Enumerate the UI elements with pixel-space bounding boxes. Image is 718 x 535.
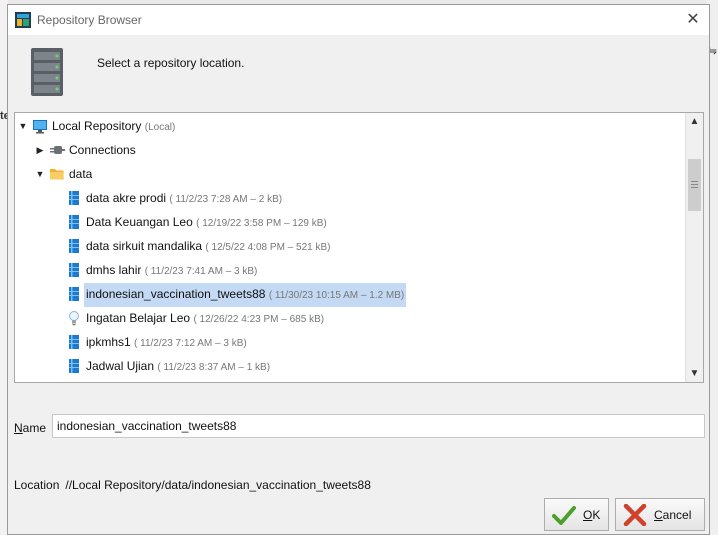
item-name: dmhs lahir	[86, 263, 142, 277]
item-name: Jadwal Ujian	[86, 359, 155, 373]
tree-item[interactable]: Ingatan Belajar Leo ( 12/26/22 4:23 PM –…	[15, 307, 675, 329]
expanded-arrow-icon[interactable]: ▼	[18, 115, 28, 137]
data-table-icon	[69, 263, 79, 277]
scrollbar-thumb[interactable]	[688, 159, 701, 211]
cancel-x-icon	[623, 504, 647, 526]
item-meta: ( 11/2/23 7:41 AM – 3 kB)	[144, 266, 258, 277]
data-table-icon	[69, 191, 79, 205]
folder-open-icon	[50, 169, 64, 180]
checkmark-icon	[552, 506, 576, 525]
ok-label: OK	[583, 508, 601, 522]
tree-node-local-repository[interactable]: ▼ Local Repository (Local)	[15, 115, 675, 137]
server-icon	[31, 48, 63, 96]
tree-node-data-folder[interactable]: ▼ data	[15, 163, 675, 185]
header-prompt: Select a repository location.	[97, 56, 245, 70]
item-meta: ( 12/19/22 3:58 PM – 129 kB)	[196, 218, 327, 229]
location-label: Location	[14, 478, 60, 492]
tree-item[interactable]: ipkmhs1 ( 11/2/23 7:12 AM – 3 kB)	[15, 331, 675, 353]
tree-node-meta: (Local)	[144, 122, 176, 133]
item-meta: ( 11/2/23 7:12 AM – 3 kB)	[134, 338, 247, 349]
tree-node-label: Local Repository	[52, 119, 142, 133]
expanded-arrow-icon[interactable]: ▼	[35, 163, 45, 185]
tree-item[interactable]: Data Keuangan Leo ( 12/19/22 3:58 PM – 1…	[15, 211, 675, 233]
tree-item[interactable]: data akre prodi ( 11/2/23 7:28 AM – 2 kB…	[15, 187, 675, 209]
data-table-icon	[66, 382, 82, 383]
item-name: Data Keuangan Leo	[86, 215, 193, 229]
tree-item[interactable]: data sirkuit mandalika ( 12/5/22 4:08 PM…	[15, 235, 675, 257]
tree-item[interactable]: Jadwal Ujian ( 11/2/23 8:37 AM – 1 kB)	[15, 355, 675, 377]
item-name: Ingatan Belajar Leo	[86, 311, 191, 325]
tree-item-partial[interactable]	[15, 379, 675, 383]
item-meta: ( 11/30/23 10:15 AM – 1.2 MB)	[268, 290, 405, 301]
item-name: ipkmhs1	[86, 335, 131, 349]
location-row: Location //Local Repository/data/indonesi…	[14, 478, 371, 492]
item-name: data sirkuit mandalika	[86, 239, 203, 253]
title-bar: Repository Browser ✕	[8, 5, 709, 35]
item-meta: ( 12/5/22 4:08 PM – 521 kB)	[205, 242, 331, 253]
plug-connection-icon	[50, 146, 65, 154]
data-table-icon	[69, 239, 79, 253]
item-name: indonesian_vaccination_tweets88	[86, 287, 266, 301]
ok-button[interactable]: OK	[544, 498, 609, 531]
tree-scrollbar[interactable]: ▲ ▼	[685, 113, 703, 382]
data-table-icon	[69, 215, 79, 229]
tree-item-selected[interactable]: indonesian_vaccination_tweets88 ( 11/30/…	[15, 283, 675, 307]
item-name: data akre prodi	[86, 191, 167, 205]
repository-browser-dialog: Repository Browser ✕ Select a repository…	[7, 4, 710, 535]
collapsed-arrow-icon[interactable]: ▶	[35, 139, 45, 161]
close-button[interactable]: ✕	[683, 10, 703, 30]
tree-item[interactable]: dmhs lahir ( 11/2/23 7:41 AM – 3 kB)	[15, 259, 675, 281]
close-icon: ✕	[686, 11, 700, 28]
tree-node-label: data	[69, 167, 93, 181]
cancel-button[interactable]: Cancel	[615, 498, 705, 531]
item-meta: ( 11/2/23 8:37 AM – 1 kB)	[157, 362, 271, 373]
data-table-icon	[69, 359, 79, 373]
item-meta: ( 12/26/22 4:23 PM – 685 kB)	[193, 314, 325, 325]
window-title: Repository Browser	[37, 13, 142, 27]
item-meta: ( 11/2/23 7:28 AM – 2 kB)	[169, 194, 283, 205]
dialog-header: Select a repository location.	[8, 35, 709, 111]
cancel-label: Cancel	[654, 508, 692, 522]
name-input[interactable]	[52, 414, 705, 438]
scroll-up-icon[interactable]: ▲	[686, 113, 703, 130]
name-label: Name	[14, 421, 47, 435]
tree-node-connections[interactable]: ▶ Connections	[15, 139, 675, 161]
data-table-icon	[69, 335, 79, 349]
scroll-down-icon[interactable]: ▼	[686, 365, 703, 382]
lightbulb-icon	[69, 311, 79, 326]
app-logo-icon	[15, 12, 31, 28]
data-table-icon	[69, 287, 79, 301]
monitor-icon	[33, 120, 47, 134]
tree-node-label: Connections	[69, 143, 136, 157]
repository-tree[interactable]: ▼ Local Repository (Local) ▶ Connections	[14, 112, 704, 383]
location-value: //Local Repository/data/indonesian_vacci…	[65, 478, 371, 492]
